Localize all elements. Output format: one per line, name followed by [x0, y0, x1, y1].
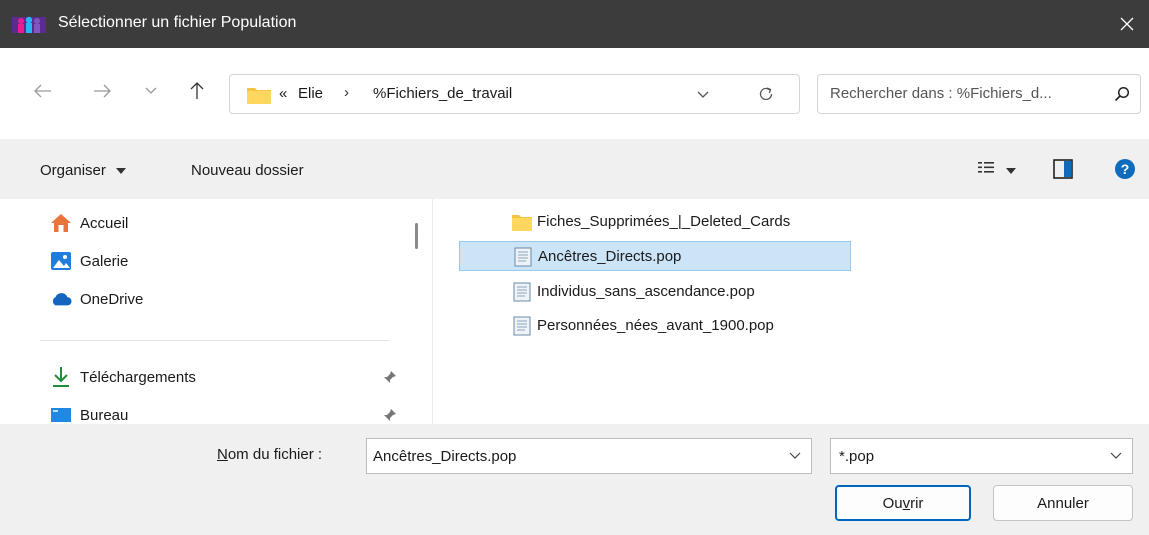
- pin-icon[interactable]: [383, 408, 397, 422]
- window-title: Sélectionner un fichier Population: [58, 14, 297, 31]
- title-bar: Sélectionner un fichier Population: [0, 0, 1149, 48]
- list-item[interactable]: Individus_sans_ascendance.pop: [459, 277, 851, 307]
- nav-divider: [40, 340, 390, 341]
- address-history-chevron-icon[interactable]: [696, 87, 710, 101]
- nav-item-label: Galerie: [80, 252, 129, 270]
- nav-item-label: Accueil: [80, 214, 129, 232]
- navigation-bar: « Elie › %Fichiers_de_travail Rechercher…: [0, 48, 1149, 139]
- search-input[interactable]: Rechercher dans : %Fichiers_d...: [830, 85, 1106, 102]
- document-icon: [513, 316, 531, 336]
- pin-icon[interactable]: [383, 370, 397, 384]
- download-icon: [53, 367, 69, 387]
- nav-item-bureau[interactable]: Bureau: [50, 402, 128, 424]
- close-icon: [1120, 17, 1134, 31]
- file-name: Ancêtres_Directs.pop: [538, 248, 682, 265]
- file-name: Fiches_Supprimées_|_Deleted_Cards: [537, 213, 791, 230]
- search-box[interactable]: Rechercher dans : %Fichiers_d...: [817, 74, 1141, 114]
- document-icon: [514, 247, 532, 267]
- navigation-scrollbar[interactable]: [405, 199, 432, 424]
- browser-area: Accueil Galerie OneDrive Téléchargements…: [0, 199, 1149, 424]
- arrow-left-icon: [34, 84, 51, 98]
- desktop-icon: [51, 408, 71, 422]
- nav-item-label: OneDrive: [80, 290, 144, 308]
- address-bar[interactable]: « Elie › %Fichiers_de_travail: [229, 74, 800, 114]
- chevron-down-icon: [1110, 452, 1122, 459]
- filename-label-rest: om du fichier :: [227, 446, 323, 463]
- navigation-pane: Accueil Galerie OneDrive Téléchargements…: [0, 199, 405, 424]
- scrollbar-thumb[interactable]: [415, 223, 418, 249]
- population-app-icon: [12, 16, 46, 33]
- nav-item-label: Téléchargements: [80, 368, 196, 386]
- forward-button[interactable]: [87, 76, 117, 106]
- folder-icon: [512, 215, 532, 231]
- search-icon: [1114, 86, 1130, 102]
- refresh-icon[interactable]: [757, 85, 775, 103]
- list-item-selected[interactable]: Ancêtres_Directs.pop: [459, 241, 851, 271]
- file-list: Fiches_Supprimées_|_Deleted_Cards Ancêtr…: [433, 199, 1149, 424]
- nav-item-label: Bureau: [80, 406, 129, 424]
- list-item[interactable]: Fiches_Supprimées_|_Deleted_Cards: [459, 207, 851, 237]
- home-icon: [51, 214, 71, 232]
- back-button[interactable]: [28, 76, 58, 106]
- arrow-up-icon: [190, 82, 204, 99]
- new-folder-button[interactable]: Nouveau dossier: [191, 162, 304, 179]
- organize-label: Organiser: [40, 162, 106, 179]
- preview-pane-icon[interactable]: [1053, 159, 1073, 179]
- nav-item-telechargements[interactable]: Téléchargements: [50, 364, 196, 390]
- file-type-value: *.pop: [839, 448, 875, 465]
- cancel-button[interactable]: Annuler: [993, 485, 1133, 521]
- view-options-icon[interactable]: [978, 161, 996, 177]
- file-name: Personnées_nées_avant_1900.pop: [537, 317, 774, 334]
- nav-item-accueil[interactable]: Accueil: [50, 210, 128, 236]
- file-type-select[interactable]: *.pop: [830, 438, 1133, 474]
- document-icon: [513, 282, 531, 302]
- breadcrumb-elie[interactable]: Elie: [298, 85, 323, 102]
- nav-item-onedrive[interactable]: OneDrive: [50, 286, 143, 312]
- command-bar: Organiser Nouveau dossier ?: [0, 139, 1149, 199]
- dialog-footer: Nom du fichier : Ancêtres_Directs.pop *.…: [0, 424, 1149, 535]
- file-name: Individus_sans_ascendance.pop: [537, 283, 755, 300]
- close-button[interactable]: [1105, 0, 1149, 48]
- cloud-icon: [52, 293, 72, 306]
- breadcrumb-overflow[interactable]: «: [279, 85, 287, 102]
- arrow-right-icon: [94, 84, 111, 98]
- open-button[interactable]: Ouvrir: [835, 485, 971, 521]
- filename-input[interactable]: Ancêtres_Directs.pop: [366, 438, 812, 474]
- folder-icon: [247, 88, 271, 104]
- file-open-dialog: Sélectionner un fichier Population « Eli…: [0, 0, 1149, 535]
- breadcrumb-current-folder[interactable]: %Fichiers_de_travail: [373, 85, 512, 102]
- breadcrumb-separator: ›: [344, 84, 349, 101]
- filename-value[interactable]: Ancêtres_Directs.pop: [373, 448, 516, 465]
- chevron-down-icon: [145, 87, 157, 94]
- caret-down-icon: [116, 168, 127, 174]
- filename-label: Nom du fichier :: [217, 446, 323, 463]
- chevron-down-icon[interactable]: [789, 451, 801, 461]
- svg-text:?: ?: [1121, 161, 1130, 177]
- organize-menu[interactable]: Organiser: [40, 162, 127, 179]
- nav-item-galerie[interactable]: Galerie: [50, 248, 128, 274]
- recent-locations-button[interactable]: [136, 76, 166, 106]
- open-label: Ouvrir: [882, 494, 924, 512]
- up-button[interactable]: [182, 76, 212, 106]
- list-item[interactable]: Personnées_nées_avant_1900.pop: [459, 311, 851, 341]
- help-icon[interactable]: ?: [1114, 158, 1136, 180]
- view-options-caret-icon[interactable]: [1006, 167, 1016, 175]
- gallery-icon: [51, 252, 71, 270]
